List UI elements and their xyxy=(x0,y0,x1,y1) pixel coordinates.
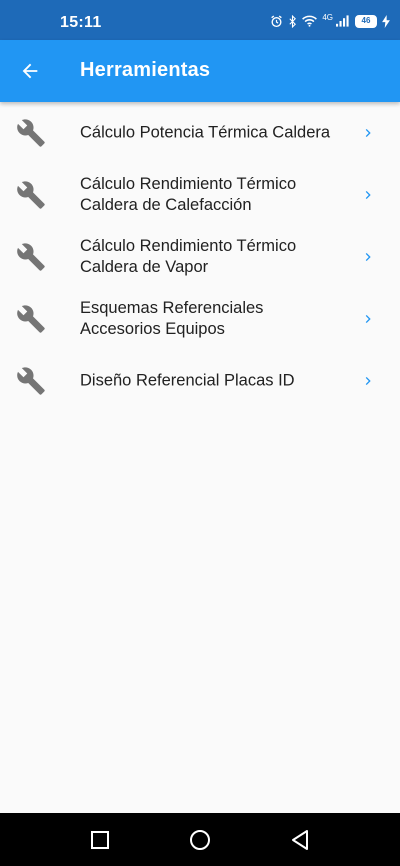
arrow-back-icon xyxy=(22,63,38,79)
chevron-right-icon xyxy=(365,191,371,199)
list-item-label: Esquemas Referenciales Accesorios Equipo… xyxy=(80,299,264,338)
recents-square-icon xyxy=(91,831,109,849)
page-title: Herramientas xyxy=(80,59,211,81)
alarm-icon xyxy=(270,15,283,28)
wrench-icon xyxy=(17,181,45,209)
list-item-label: Cálculo Rendimiento Térmico Caldera de V… xyxy=(80,237,297,276)
battery-icon: 46 xyxy=(355,14,377,28)
list-item[interactable]: Esquemas Referenciales Accesorios Equipo… xyxy=(0,288,400,350)
list-item-label: Cálculo Rendimiento Térmico Caldera de C… xyxy=(80,175,297,214)
recents-button[interactable] xyxy=(88,828,112,852)
back-button[interactable] xyxy=(14,55,46,87)
list-item[interactable]: Cálculo Rendimiento Térmico Caldera de C… xyxy=(0,164,400,226)
list-item[interactable]: Diseño Referencial Placas ID xyxy=(0,350,400,412)
list-item-label: Diseño Referencial Placas ID xyxy=(80,371,295,390)
chevron-right-icon xyxy=(365,315,371,323)
signal-icon xyxy=(336,15,350,27)
status-bar: 15:11 4G 46 xyxy=(0,0,400,40)
home-circle-icon xyxy=(190,830,210,850)
tools-list: Cálculo Potencia Térmica Caldera Cálculo… xyxy=(0,102,400,412)
wrench-icon xyxy=(17,305,45,333)
home-button[interactable] xyxy=(188,828,212,852)
back-triangle-icon xyxy=(292,830,308,850)
list-item[interactable]: Cálculo Potencia Térmica Caldera xyxy=(0,102,400,164)
wifi-icon xyxy=(302,15,318,27)
wrench-icon xyxy=(17,119,45,147)
chevron-right-icon xyxy=(365,253,371,261)
app-bar: Herramientas xyxy=(0,40,400,102)
status-time: 15:11 xyxy=(60,14,102,31)
system-nav-bar xyxy=(0,813,400,866)
list-item-label: Cálculo Potencia Térmica Caldera xyxy=(80,123,331,142)
charging-icon xyxy=(382,14,390,28)
wrench-icon xyxy=(17,367,45,395)
wrench-icon xyxy=(17,243,45,271)
back-nav-button[interactable] xyxy=(288,828,312,852)
chevron-right-icon xyxy=(365,377,371,385)
chevron-right-icon xyxy=(365,129,371,137)
list-item[interactable]: Cálculo Rendimiento Térmico Caldera de V… xyxy=(0,226,400,288)
battery-level: 46 xyxy=(361,16,371,25)
bluetooth-icon xyxy=(288,14,297,28)
status-icons: 4G 46 xyxy=(270,12,390,30)
network-type-label: 4G xyxy=(322,12,333,22)
